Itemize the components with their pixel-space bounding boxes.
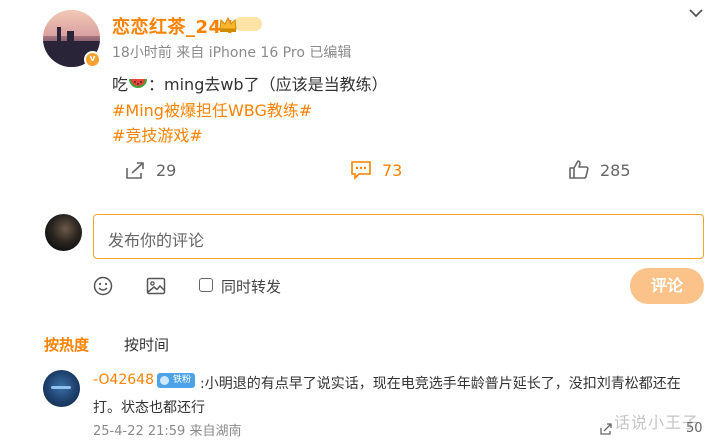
topic-link-esports[interactable]: #竞技游戏# [112,126,203,146]
submit-comment-button[interactable]: 评论 [630,268,704,304]
share-count: 29 [156,160,177,180]
current-user-avatar[interactable] [45,214,82,251]
author-name[interactable]: 恋恋红茶_244 [112,13,235,39]
share-button[interactable]: 29 [124,159,176,181]
comment-like-count[interactable]: 50 [686,421,703,436]
comment-meta: 25-4-22 21:59 来自湖南 [93,424,242,439]
comment-icon [351,161,371,180]
like-count: 285 [600,160,631,180]
like-icon [569,160,589,179]
watermelon-icon [129,79,148,88]
repost-label[interactable]: 同时转发 [221,276,281,297]
verified-badge-icon: v [84,51,101,68]
post-meta: 18小时前 来自 iPhone 16 Pro 已编辑 [112,45,352,61]
commenter-avatar[interactable] [43,370,80,407]
share-icon [126,162,144,179]
topic-link-ming[interactable]: #Ming被爆担任WBG教练# [112,101,312,121]
tab-sort-by-time[interactable]: 按时间 [124,334,169,355]
commenter-name[interactable]: -O42648 [93,372,154,388]
comment-button[interactable]: 73 [350,159,402,181]
tab-sort-by-hot[interactable]: 按热度 [44,334,89,355]
vip-crown-icon[interactable] [218,15,262,33]
comment-input[interactable]: 发布你的评论 [93,214,704,259]
emoji-icon[interactable] [93,276,113,296]
image-icon[interactable] [146,276,166,296]
chevron-down-icon[interactable] [689,8,703,18]
post-text-prefix: 吃 [112,75,129,94]
repost-checkbox[interactable] [199,278,213,292]
post-text-body: ：ming去wb了（应该是当教练） [148,75,388,94]
fan-badge[interactable]: 铁粉 [157,373,196,388]
post-text: 吃 ：ming去wb了（应该是当教练） [112,75,388,95]
comment-count: 73 [382,160,403,180]
like-button[interactable]: 285 [568,159,631,181]
comment-share-icon[interactable] [599,422,613,436]
